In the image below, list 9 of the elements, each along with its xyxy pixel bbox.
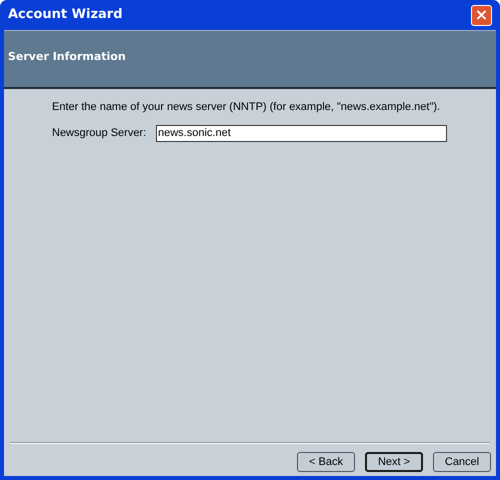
instructions-text: Enter the name of your news server (NNTP) (for example, "news.example.net"). <box>52 100 442 115</box>
close-button[interactable]: × <box>471 4 492 26</box>
header-title: Server Information <box>8 50 126 63</box>
server-input-field[interactable]: news.sonic.net <box>156 124 447 142</box>
field-label: Newsgroup Server: <box>52 126 148 141</box>
wizard-button[interactable]: Next > <box>365 452 423 472</box>
window-title: Account Wizard <box>8 6 123 24</box>
wizard-button[interactable]: < Back <box>297 452 355 472</box>
wizard-button[interactable]: Cancel <box>433 452 491 472</box>
